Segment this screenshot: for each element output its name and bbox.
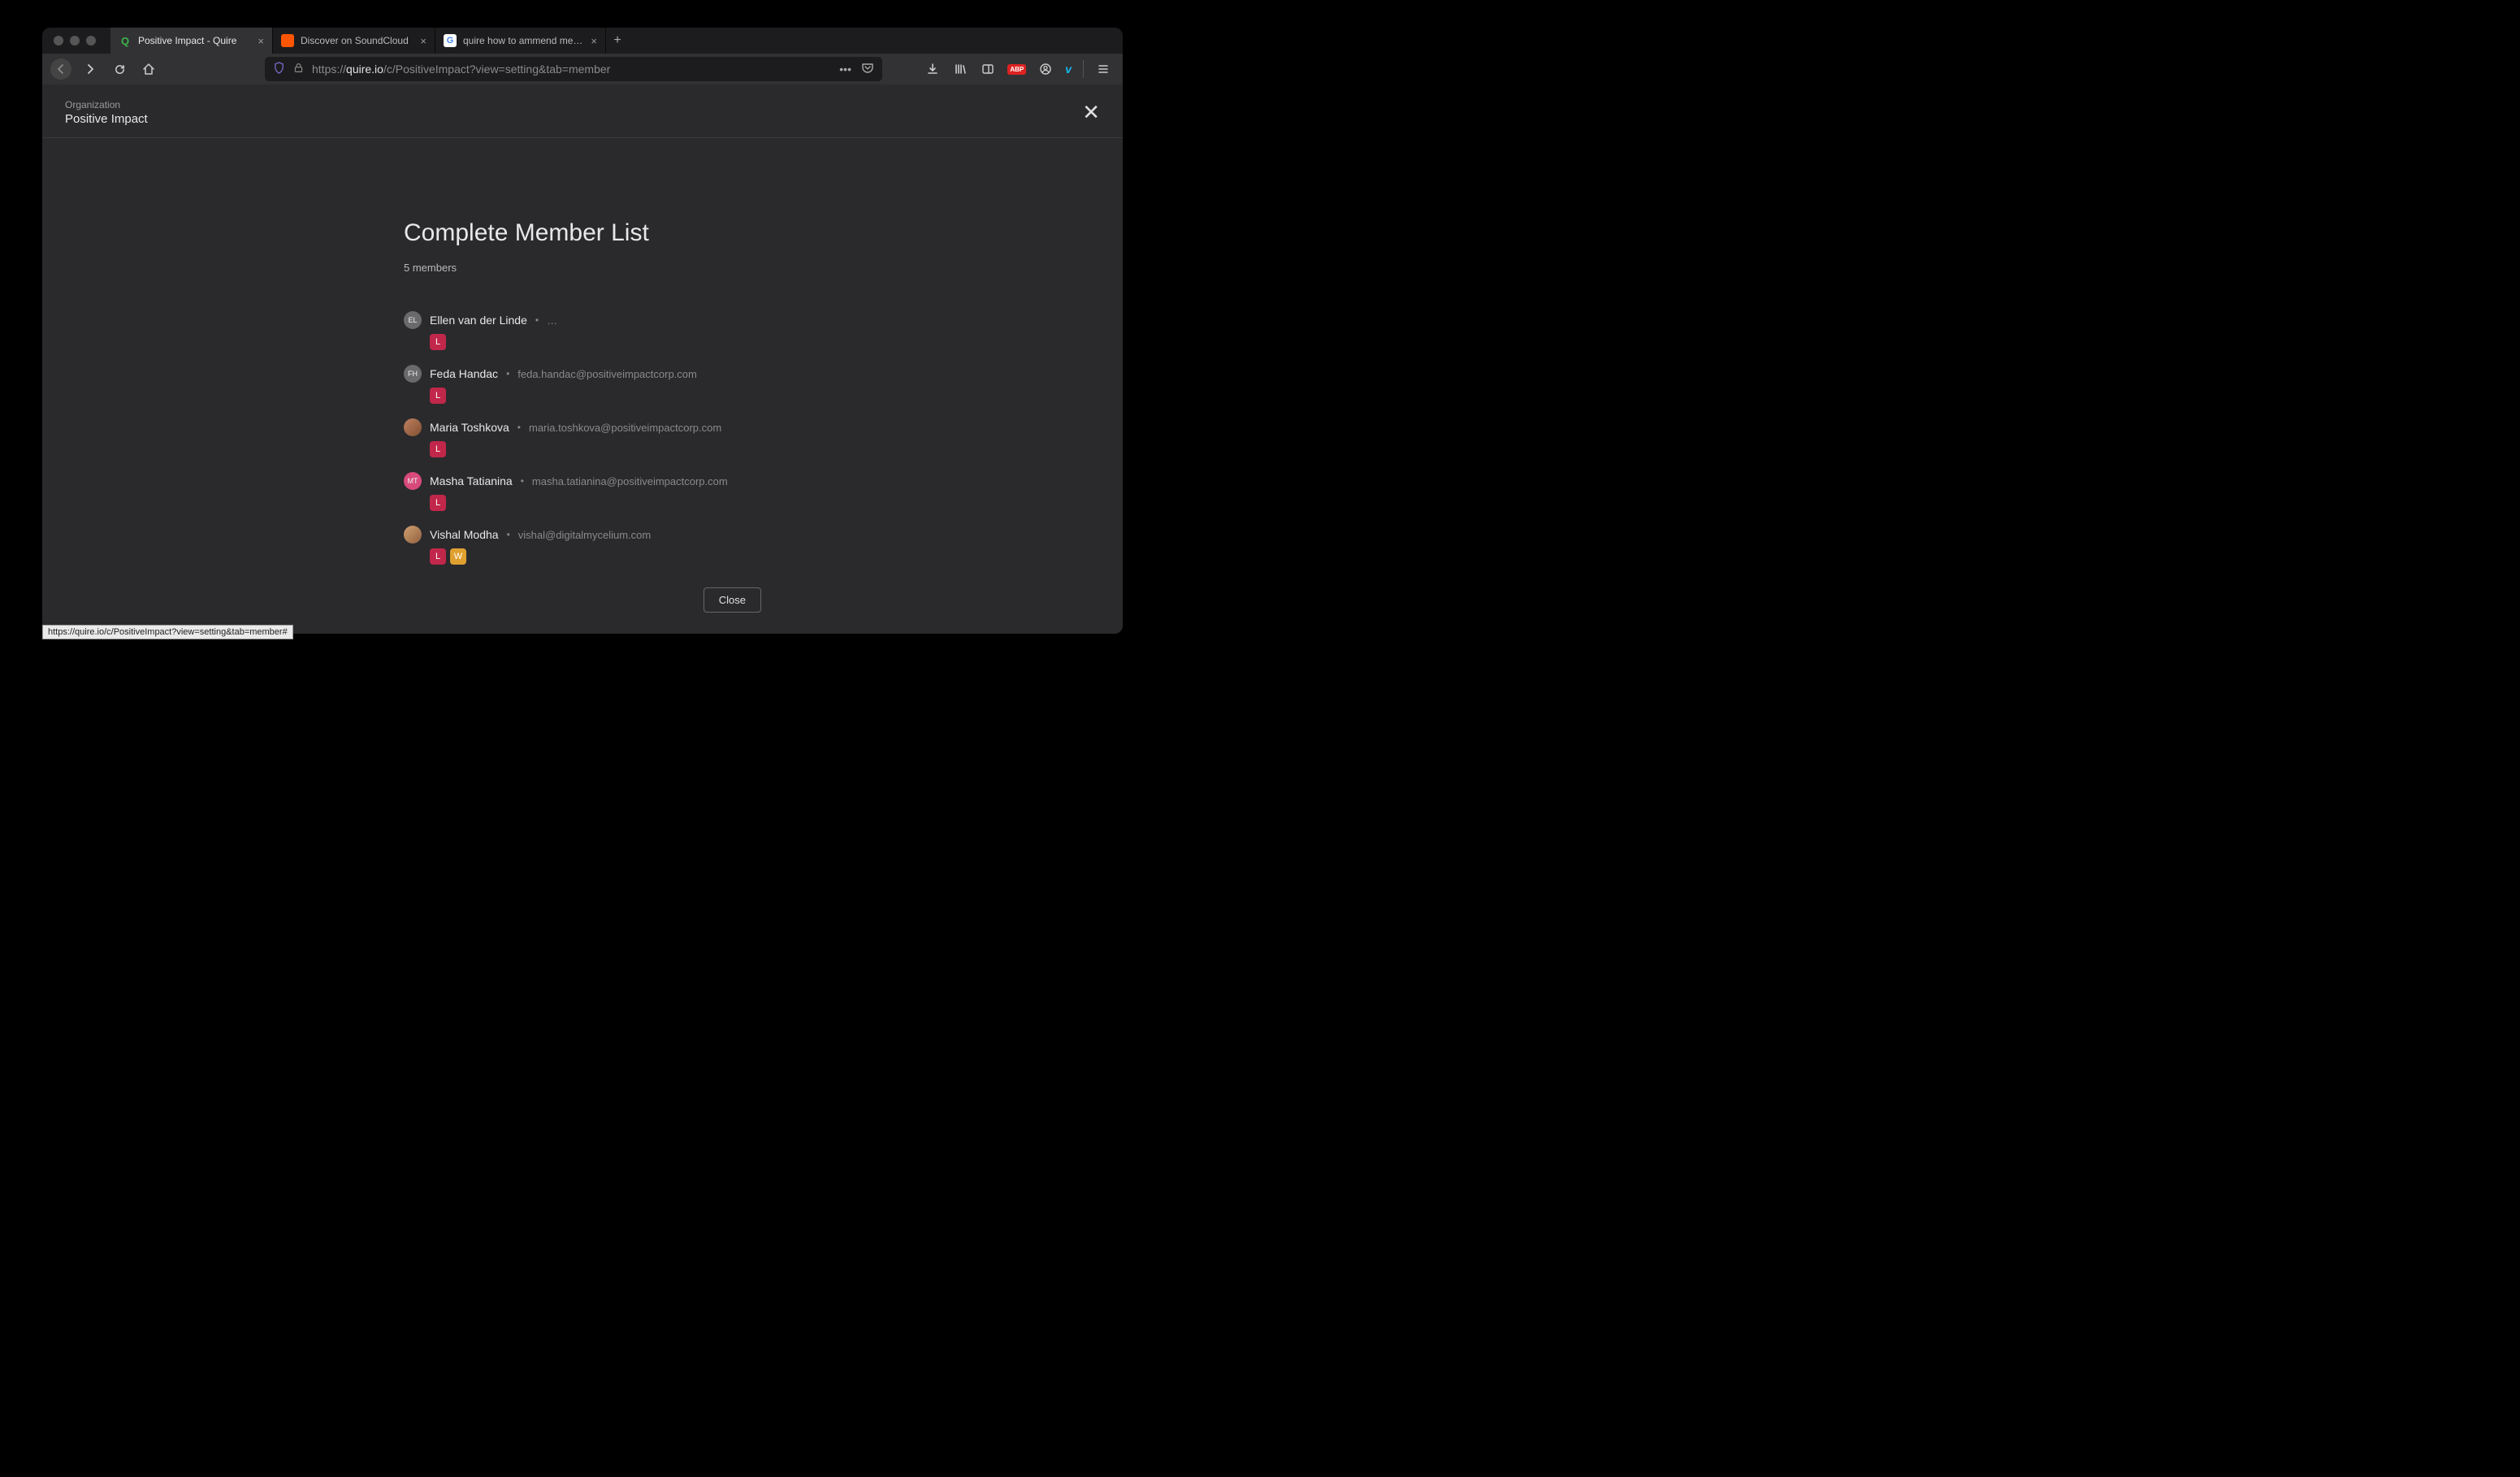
member-row[interactable]: FH Feda Handac • feda.handac@positiveimpact… xyxy=(404,365,761,404)
separator-dot: • xyxy=(507,529,510,540)
separator-dot: • xyxy=(517,422,521,433)
window-controls xyxy=(49,36,104,45)
separator-dot: • xyxy=(521,475,524,487)
tracking-shield-icon[interactable] xyxy=(273,62,285,76)
avatar xyxy=(404,526,422,544)
org-block: Organization Positive Impact xyxy=(65,99,148,126)
tab-title: Positive Impact - Quire xyxy=(138,35,251,46)
tab-title: quire how to ammend members xyxy=(463,35,584,46)
member-name: Ellen van der Linde xyxy=(430,314,527,327)
member-name: Feda Handac xyxy=(430,367,498,380)
member-row[interactable]: Vishal Modha • vishal@digitalmycelium.com L… xyxy=(404,526,761,565)
tab-bar: Q Positive Impact - Quire × Discover on … xyxy=(42,28,1123,54)
badge-l: L xyxy=(430,388,446,404)
close-tab-icon[interactable]: × xyxy=(420,35,426,47)
downloads-icon[interactable] xyxy=(924,61,941,77)
account-icon[interactable] xyxy=(1037,61,1054,77)
tab-title: Discover on SoundCloud xyxy=(301,35,414,46)
avatar: MT xyxy=(404,472,422,490)
window-minimize-dot[interactable] xyxy=(70,36,80,45)
badge-w: W xyxy=(450,548,466,565)
pocket-icon[interactable] xyxy=(861,62,874,77)
badges: LW xyxy=(430,548,761,565)
main-area: Complete Member List 5 members EL Ellen v… xyxy=(42,138,1123,634)
vimeo-icon[interactable]: v xyxy=(1065,63,1072,76)
sidebar-icon[interactable] xyxy=(980,61,996,77)
forward-button[interactable] xyxy=(80,58,101,80)
badge-l: L xyxy=(430,495,446,511)
page-header: Organization Positive Impact ✕ xyxy=(42,84,1123,138)
page-actions-icon[interactable]: ••• xyxy=(839,63,851,76)
tabs-container: Q Positive Impact - Quire × Discover on … xyxy=(110,28,629,54)
close-page-button[interactable]: ✕ xyxy=(1082,100,1100,125)
close-button[interactable]: Close xyxy=(704,587,761,613)
home-button[interactable] xyxy=(138,58,159,80)
nav-bar: https://quire.io/c/PositiveImpact?view=s… xyxy=(42,54,1123,84)
library-icon[interactable] xyxy=(952,61,968,77)
separator-dot: • xyxy=(506,368,509,379)
tab-google-search[interactable]: G quire how to ammend members × xyxy=(435,28,606,54)
member-list: EL Ellen van der Linde • … L FH Feda Handac • fe… xyxy=(404,311,761,565)
avatar xyxy=(404,418,422,436)
member-count: 5 members xyxy=(404,262,761,274)
org-name: Positive Impact xyxy=(65,112,148,126)
member-name: Maria Toshkova xyxy=(430,421,509,434)
menu-icon[interactable] xyxy=(1095,61,1111,77)
address-bar[interactable]: https://quire.io/c/PositiveImpact?view=s… xyxy=(265,57,882,81)
lock-icon[interactable] xyxy=(293,63,304,76)
tab-soundcloud[interactable]: Discover on SoundCloud × xyxy=(273,28,435,54)
status-bar-link: https://quire.io/c/PositiveImpact?view=s… xyxy=(42,625,293,639)
close-tab-icon[interactable]: × xyxy=(258,35,264,47)
member-email: feda.handac@positiveimpactcorp.com xyxy=(517,368,697,380)
member-email: vishal@digitalmycelium.com xyxy=(518,529,651,541)
member-row[interactable]: EL Ellen van der Linde • … L xyxy=(404,311,761,350)
favicon-quire-icon: Q xyxy=(119,34,132,47)
window-zoom-dot[interactable] xyxy=(86,36,96,45)
badge-l: L xyxy=(430,334,446,350)
adblock-icon[interactable]: ABP xyxy=(1007,64,1026,75)
member-name: Vishal Modha xyxy=(430,528,499,541)
favicon-google-icon: G xyxy=(444,34,457,47)
url-text: https://quire.io/c/PositiveImpact?view=s… xyxy=(312,63,831,76)
reload-button[interactable] xyxy=(109,58,130,80)
org-label: Organization xyxy=(65,99,148,110)
badges: L xyxy=(430,495,761,511)
badge-l: L xyxy=(430,441,446,457)
page-content: Organization Positive Impact ✕ Complete … xyxy=(42,84,1123,634)
panel-title: Complete Member List xyxy=(404,219,761,247)
favicon-soundcloud-icon xyxy=(281,34,294,47)
badge-l: L xyxy=(430,548,446,565)
badges: L xyxy=(430,388,761,404)
new-tab-button[interactable]: + xyxy=(606,28,629,54)
window-close-dot[interactable] xyxy=(54,36,63,45)
member-row[interactable]: Maria Toshkova • maria.toshkova@positiveim… xyxy=(404,418,761,457)
avatar: FH xyxy=(404,365,422,383)
badges: L xyxy=(430,334,761,350)
member-email: … xyxy=(547,314,557,327)
member-row[interactable]: MT Masha Tatianina • masha.tatianina@positi… xyxy=(404,472,761,511)
close-tab-icon[interactable]: × xyxy=(591,35,597,47)
back-button[interactable] xyxy=(50,58,71,80)
avatar: EL xyxy=(404,311,422,329)
separator-dot: • xyxy=(535,314,539,326)
browser-window: Q Positive Impact - Quire × Discover on … xyxy=(42,28,1123,634)
badges: L xyxy=(430,441,761,457)
member-email: maria.toshkova@positiveimpactcorp.com xyxy=(529,422,721,434)
member-list-panel: Complete Member List 5 members EL Ellen v… xyxy=(404,219,761,565)
toolbar-right: ABP v xyxy=(924,60,1115,78)
member-email: masha.tatianina@positiveimpactcorp.com xyxy=(532,475,728,487)
separator xyxy=(1083,60,1084,78)
member-name: Masha Tatianina xyxy=(430,474,513,487)
tab-quire[interactable]: Q Positive Impact - Quire × xyxy=(110,28,273,54)
